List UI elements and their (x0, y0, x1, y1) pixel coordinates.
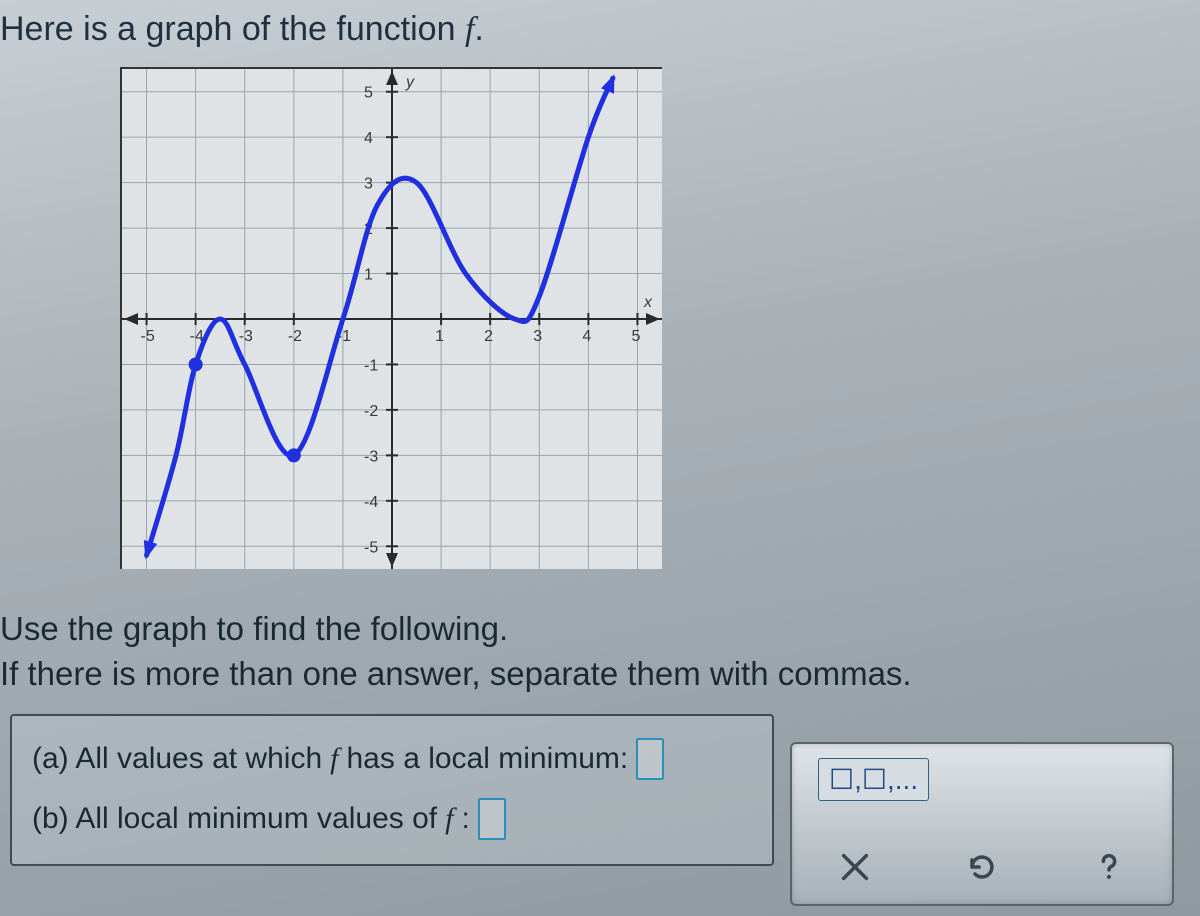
help-button[interactable] (1086, 844, 1132, 890)
svg-text:x: x (643, 294, 653, 311)
answer-input-a[interactable] (636, 738, 664, 780)
clear-button[interactable] (832, 844, 878, 890)
svg-text:2: 2 (484, 328, 493, 345)
intro-var: f (465, 11, 474, 48)
question-a-suffix: has a local minimum: (346, 742, 628, 776)
intro-text: Here is a graph of the function f. (0, 0, 1200, 57)
answer-input-b[interactable] (478, 798, 506, 840)
question-a-prefix: (a) All values at which (32, 742, 322, 776)
svg-text:-2: -2 (364, 403, 378, 420)
undo-icon (965, 850, 999, 884)
svg-text:4: 4 (582, 328, 591, 345)
question-icon (1092, 850, 1126, 884)
svg-text:5: 5 (364, 85, 373, 102)
question-b-var: f (445, 802, 453, 836)
svg-text:5: 5 (631, 328, 640, 345)
svg-text:y: y (405, 74, 415, 91)
svg-text:1: 1 (435, 328, 444, 345)
question-b: (b) All local minimum values of f : (32, 798, 752, 840)
x-icon (838, 850, 872, 884)
svg-text:-1: -1 (364, 357, 378, 374)
intro-suffix: . (474, 10, 483, 48)
svg-text:-3: -3 (364, 448, 378, 465)
list-entry-button[interactable]: ☐,☐,... (818, 758, 929, 801)
instructions-line-2: If there is more than one answer, separa… (0, 652, 1190, 697)
instructions-text: Use the graph to find the following. If … (0, 607, 1200, 696)
svg-text:-2: -2 (288, 328, 302, 345)
toolbox-panel: ☐,☐,... (790, 742, 1174, 906)
function-graph: -5-4-3-2-112345-5-4-3-2-112345yx (122, 69, 662, 569)
svg-text:-5: -5 (364, 539, 378, 556)
svg-text:1: 1 (364, 267, 373, 284)
graph-container: -5-4-3-2-112345-5-4-3-2-112345yx (120, 67, 662, 569)
intro-prefix: Here is a graph of the function (0, 10, 465, 48)
question-box: (a) All values at which f has a local mi… (10, 714, 774, 866)
question-b-suffix: : (461, 802, 469, 836)
reset-button[interactable] (959, 844, 1005, 890)
svg-text:3: 3 (533, 328, 542, 345)
question-a-var: f (330, 742, 338, 776)
instructions-line-1: Use the graph to find the following. (0, 607, 1190, 652)
svg-text:3: 3 (364, 176, 373, 193)
svg-text:-5: -5 (141, 328, 155, 345)
svg-text:-4: -4 (364, 494, 378, 511)
question-a: (a) All values at which f has a local mi… (32, 738, 752, 780)
svg-text:4: 4 (364, 130, 373, 147)
question-b-prefix: (b) All local minimum values of (32, 802, 437, 836)
svg-text:-3: -3 (239, 328, 253, 345)
